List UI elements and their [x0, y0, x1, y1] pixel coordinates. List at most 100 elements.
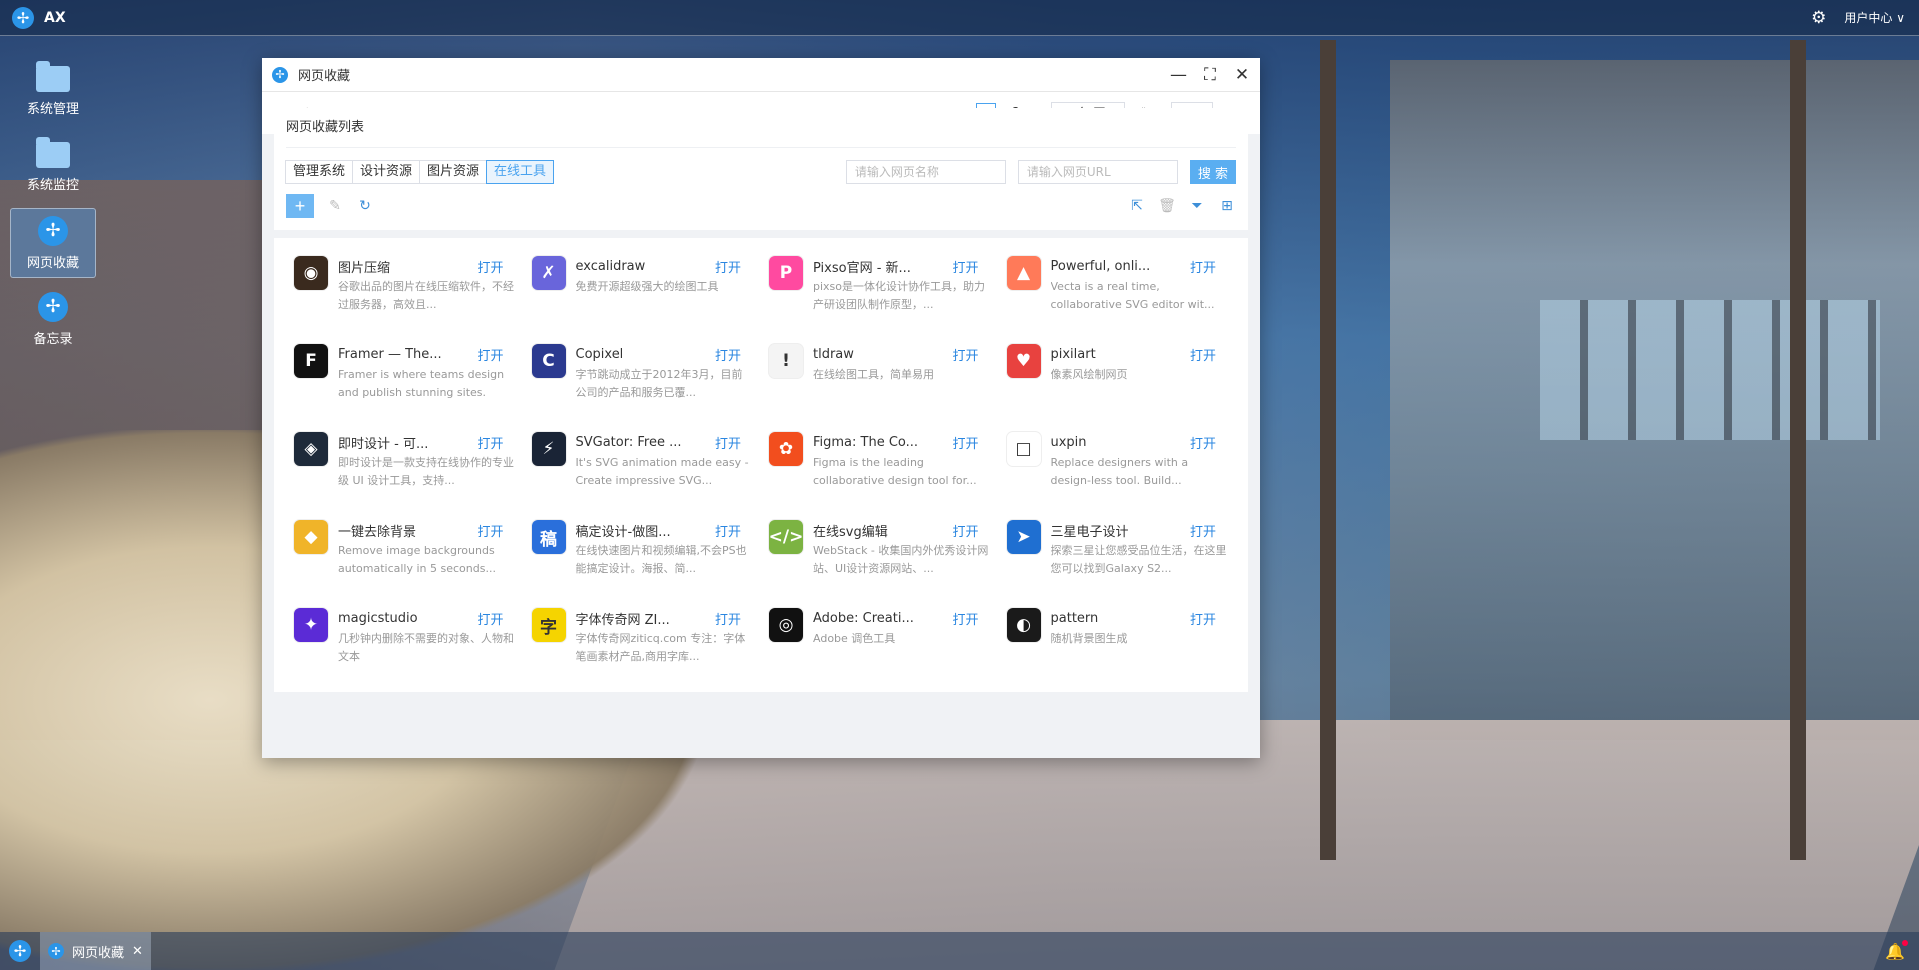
bookmarks-window: ✢ 网页收藏 — ⛶ ✕ 网页收藏列表 管理系统 设计资源 图片资源 在线工具 … [262, 58, 1260, 758]
card-head: uxpin 打开 [1051, 432, 1229, 452]
start-button[interactable]: ✢ [0, 932, 40, 970]
open-link[interactable]: 打开 [715, 433, 741, 452]
export-icon[interactable]: ⇱ [1128, 197, 1146, 215]
add-button[interactable]: + [286, 194, 314, 218]
open-link[interactable]: 打开 [477, 345, 503, 364]
pattern-icon: ◐ [1006, 608, 1041, 642]
open-link[interactable]: 打开 [715, 345, 741, 364]
bookmark-card[interactable]: C Copixel 打开 字节跳动成立于2012年3月，目前公司的产品和服务已覆... [524, 336, 762, 412]
gear-icon[interactable]: ⚙ [1811, 8, 1826, 28]
open-link[interactable]: 打开 [715, 609, 741, 628]
open-link[interactable]: 打开 [952, 257, 978, 276]
open-link[interactable]: 打开 [1190, 345, 1216, 364]
bookmark-card[interactable]: □ uxpin 打开 Replace designers with a design-… [999, 424, 1237, 500]
card-name: 即时设计 - 可... [338, 436, 429, 452]
open-link[interactable]: 打开 [1190, 521, 1216, 540]
ziticq-icon: 字 [531, 608, 566, 642]
bell-icon[interactable]: 🔔 [1885, 940, 1908, 961]
window-titlebar[interactable]: ✢ 网页收藏 — ⛶ ✕ [262, 58, 1260, 92]
card-name: pixilart [1050, 346, 1096, 362]
taskbar-item-label: 网页收藏 [72, 945, 125, 961]
edit-icon[interactable]: ✎ [326, 197, 344, 215]
open-link[interactable]: 打开 [1190, 609, 1216, 628]
user-center-menu[interactable]: 用户中心 ∨ [1844, 9, 1905, 26]
bookmark-card[interactable]: ◉ 图片压缩 打开 谷歌出品的图片在线压缩软件，不经过服务器，高效且... [286, 248, 524, 324]
card-body: 一键去除背景 打开 Remove image backgrounds automat… [338, 520, 516, 588]
desktop-icon-system-management[interactable]: 系统管理 [10, 56, 96, 126]
search-button[interactable]: 搜 索 [1189, 160, 1236, 184]
taskbar-item-bookmarks[interactable]: ✢ 网页收藏 ✕ [40, 932, 151, 970]
excalidraw-icon: ✗ [531, 256, 566, 290]
close-icon[interactable]: ✕ [1234, 65, 1250, 85]
card-name: tldraw [813, 346, 854, 362]
bookmark-card[interactable]: ✗ excalidraw 打开 免费开源超级强大的绘图工具 [524, 248, 762, 324]
bookmark-card[interactable]: ◆ 一键去除背景 打开 Remove image backgrounds automa… [286, 512, 524, 588]
card-desc: 在线快速图片和视频编辑,不会PS也能搞定设计。海报、简... [575, 544, 747, 575]
open-link[interactable]: 打开 [477, 609, 503, 628]
filter-icon[interactable]: ⏷ [1188, 197, 1206, 215]
desktop-icon-bookmarks[interactable]: ✢ 网页收藏 [10, 208, 96, 278]
copixel-icon: C [531, 344, 566, 378]
bookmark-card[interactable]: </> 在线svg编辑 打开 WebStack - 收集国内外优秀设计网站、UI设计资… [761, 512, 999, 588]
desktop-icon-memo[interactable]: ✢ 备忘录 [10, 284, 96, 354]
open-link[interactable]: 打开 [1190, 433, 1216, 452]
bookmark-card[interactable]: ✦ magicstudio 打开 几秒钟内删除不需要的对象、人物和文本 [286, 600, 524, 676]
minimize-icon[interactable]: — [1170, 65, 1187, 85]
bookmark-card[interactable]: 稿稿定设计-做图... 打开 在线快速图片和视频编辑,不会PS也能搞定设计。海报、简… [524, 512, 762, 588]
bookmark-card[interactable]: ◈ 即时设计 - 可... 打开 即时设计是一款支持在线协作的专业级 UI 设计工具，… [286, 424, 524, 500]
tab-design-resources[interactable]: 设计资源 [352, 160, 421, 184]
open-link[interactable]: 打开 [715, 521, 741, 540]
open-link[interactable]: 打开 [1190, 257, 1216, 276]
tab-online-tools[interactable]: 在线工具 [486, 160, 555, 184]
card-body: 在线svg编辑 打开 WebStack - 收集国内外优秀设计网站、UI设计资源网站… [813, 520, 991, 588]
pinwheel-icon: ✢ [38, 215, 68, 246]
gaoding-icon: 稿 [531, 520, 566, 554]
open-link[interactable]: 打开 [952, 433, 978, 452]
svg-editor-icon: </> [769, 520, 803, 554]
card-body: Figma: The Co... 打开 Figma is the leading c… [813, 432, 991, 500]
bookmark-card[interactable]: ◎ Adobe: Creati... 打开 Adobe 调色工具 [761, 600, 999, 676]
bookmark-card[interactable]: ⚡ SVGator: Free ... 打开 It's SVG animation m… [524, 424, 762, 500]
bookmark-card[interactable]: F Framer — The... 打开 Framer is where teams … [286, 336, 524, 412]
card-head: pattern 打开 [1051, 608, 1229, 628]
panel-title: 网页收藏列表 [286, 108, 1236, 148]
tab-image-resources[interactable]: 图片资源 [419, 160, 488, 184]
app-brand[interactable]: ✢ AX [12, 6, 66, 29]
open-link[interactable]: 打开 [952, 345, 978, 364]
card-desc: 即时设计是一款支持在线协作的专业级 UI 设计工具，支持... [338, 456, 514, 487]
bookmark-card[interactable]: ✿ Figma: The Co... 打开 Figma is the leading … [761, 424, 999, 500]
open-link[interactable]: 打开 [715, 257, 741, 276]
card-desc: Vecta is a real time, collaborative SVG … [1050, 280, 1215, 311]
open-link[interactable]: 打开 [952, 609, 978, 628]
open-link[interactable]: 打开 [477, 257, 503, 276]
window-controls: — ⛶ ✕ [1170, 65, 1250, 85]
toolbar-left: + ✎ ↻ [286, 194, 374, 218]
maximize-icon[interactable]: ⛶ [1202, 65, 1218, 85]
window-title: 网页收藏 [298, 69, 351, 84]
grid-view-icon[interactable]: ⊞ [1218, 197, 1236, 215]
refresh-icon[interactable]: ↻ [356, 197, 374, 215]
bookmark-card[interactable]: ➤ 三星电子设计 打开 探索三星让您感受品位生活，在这里您可以找到Galaxy S2.… [999, 512, 1237, 588]
card-desc: 像素风绘制网页 [1050, 368, 1128, 381]
search-url-input[interactable] [1017, 160, 1178, 184]
uxpin-icon: □ [1006, 432, 1041, 466]
wallpaper-windows [1540, 300, 1880, 440]
bookmark-card[interactable]: ! tldraw 打开 在线绘图工具，简单易用 [761, 336, 999, 412]
card-head: Framer — The... 打开 [338, 344, 516, 364]
open-link[interactable]: 打开 [477, 521, 503, 540]
bookmark-card[interactable]: ♥ pixilart 打开 像素风绘制网页 [999, 336, 1237, 412]
open-link[interactable]: 打开 [477, 433, 503, 452]
bookmark-card[interactable]: ▲ Powerful, onli... 打开 Vecta is a real time… [999, 248, 1237, 324]
bookmark-card[interactable]: P Pixso官网 - 新... 打开 pixso是一体化设计协作工具，助力产研设团队… [761, 248, 999, 324]
search-name-input[interactable] [845, 160, 1006, 184]
bookmark-card[interactable]: 字字体传奇网 ZI... 打开 字体传奇网ziticq.com 专注：字体笔画素材产… [524, 600, 762, 676]
delete-icon[interactable]: 🗑 [1158, 197, 1176, 215]
card-desc: 免费开源超级强大的绘图工具 [575, 280, 719, 293]
card-desc: Remove image backgrounds automatically i… [338, 544, 496, 575]
open-link[interactable]: 打开 [952, 521, 978, 540]
tab-management-systems[interactable]: 管理系统 [285, 160, 354, 184]
bookmark-card[interactable]: ◐ pattern 打开 随机背景图生成 [999, 600, 1237, 676]
taskbar-close-icon[interactable]: ✕ [132, 944, 143, 959]
card-head: tldraw 打开 [813, 344, 991, 364]
desktop-icon-system-monitor[interactable]: 系统监控 [10, 132, 96, 202]
